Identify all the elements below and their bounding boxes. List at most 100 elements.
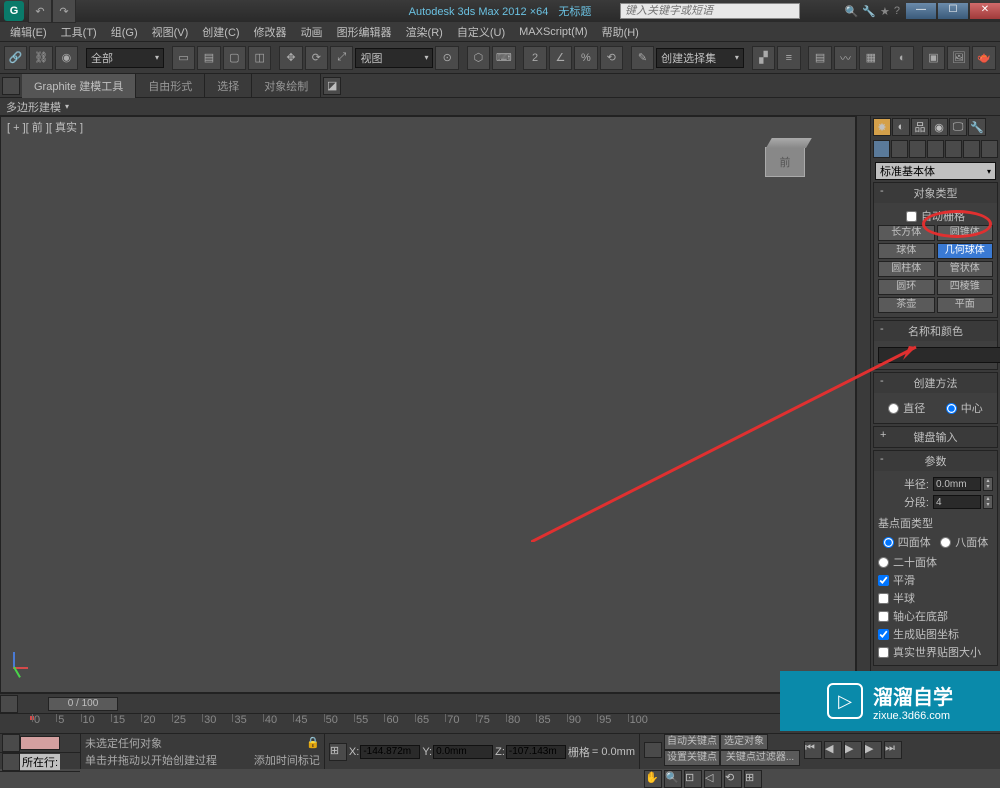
pivot-icon[interactable]: ⊙: [435, 46, 458, 70]
named-selset-dropdown[interactable]: 创建选择集: [656, 48, 744, 68]
menu-animation[interactable]: 动画: [295, 22, 329, 42]
menu-tools[interactable]: 工具(T): [55, 22, 103, 42]
radio-octa[interactable]: [940, 537, 951, 548]
play-start-icon[interactable]: ⏮: [804, 741, 822, 759]
obj-teapot[interactable]: 茶壶: [878, 297, 935, 313]
rollout-createmethod[interactable]: 创建方法: [874, 373, 997, 393]
nav-fov-icon[interactable]: ◁: [704, 770, 722, 788]
play-prev-icon[interactable]: ◀: [824, 741, 842, 759]
help-search-input[interactable]: [621, 4, 799, 18]
radio-diameter[interactable]: [888, 403, 899, 414]
select-rect-icon[interactable]: ▢: [223, 46, 246, 70]
bind-icon[interactable]: ◉: [55, 46, 78, 70]
menu-rendering[interactable]: 渲染(R): [400, 22, 449, 42]
curve-editor-icon[interactable]: 〰: [834, 46, 857, 70]
unlink-icon[interactable]: ⛓: [29, 46, 52, 70]
rollout-params[interactable]: 参数: [874, 451, 997, 471]
ribbon-tab-selection[interactable]: 选择: [205, 74, 252, 98]
ribbon-expand-icon[interactable]: ◪: [323, 77, 341, 95]
chk-base[interactable]: [878, 611, 889, 622]
keymode-icon[interactable]: [644, 742, 662, 758]
chk-hemi[interactable]: [878, 593, 889, 604]
nav-zoomext-icon[interactable]: ⊡: [684, 770, 702, 788]
nav-maxtoggle-icon[interactable]: ⊞: [744, 770, 762, 788]
cat-space-icon[interactable]: [963, 140, 980, 158]
snap-spinner-icon[interactable]: ⟲: [600, 46, 623, 70]
menu-edit[interactable]: 编辑(E): [4, 22, 53, 42]
autokey-button[interactable]: 自动关键点: [664, 734, 720, 750]
snap-angle-icon[interactable]: ∠: [549, 46, 572, 70]
link-icon[interactable]: 🔗: [4, 46, 27, 70]
radio-tetra[interactable]: [883, 537, 894, 548]
mini-listener-icon[interactable]: [2, 734, 20, 752]
nav-zoom-icon[interactable]: 🔍: [664, 770, 682, 788]
schematic-icon[interactable]: ▦: [859, 46, 882, 70]
radius-spinner[interactable]: ▴▾: [983, 477, 993, 491]
snap-percent-icon[interactable]: %: [574, 46, 597, 70]
menu-maxscript[interactable]: MAXScript(M): [513, 24, 593, 40]
cat-systems-icon[interactable]: [981, 140, 998, 158]
viewcube[interactable]: 前: [765, 147, 805, 177]
star-icon[interactable]: ★: [880, 5, 890, 18]
mirror-icon[interactable]: ▞: [752, 46, 775, 70]
viewport-scrollbar[interactable]: [856, 116, 870, 693]
tab-utilities-icon[interactable]: 🔧: [968, 118, 986, 136]
radio-center[interactable]: [946, 403, 957, 414]
cat-cameras-icon[interactable]: [927, 140, 944, 158]
snap-2d-icon[interactable]: 2: [523, 46, 546, 70]
category-dropdown[interactable]: 标准基本体: [875, 162, 996, 180]
menu-modifiers[interactable]: 修改器: [248, 22, 293, 42]
rollout-namecolor[interactable]: 名称和颜色: [874, 321, 997, 341]
listener-pink[interactable]: [20, 736, 60, 750]
x-input[interactable]: [360, 745, 420, 759]
chk-smooth[interactable]: [878, 575, 889, 586]
menu-customize[interactable]: 自定义(U): [451, 22, 511, 42]
redo-icon[interactable]: [52, 0, 76, 23]
obj-sphere[interactable]: 球体: [878, 243, 935, 259]
menu-views[interactable]: 视图(V): [146, 22, 195, 42]
search-icon[interactable]: 🔍: [845, 5, 859, 18]
nav-orbit-icon[interactable]: ⟲: [724, 770, 742, 788]
chk-realmap[interactable]: [878, 647, 889, 658]
ribbon-panel-polymodel[interactable]: 多边形建模: [0, 98, 1000, 116]
play-next-icon[interactable]: ▶: [864, 741, 882, 759]
key-icon[interactable]: 🔧: [862, 5, 876, 18]
keyboard-icon[interactable]: ⌨: [492, 46, 515, 70]
obj-box[interactable]: 长方体: [878, 225, 935, 241]
obj-pyramid[interactable]: 四棱锥: [937, 279, 994, 295]
align-icon[interactable]: ≡: [777, 46, 800, 70]
tab-display-icon[interactable]: 🖵: [949, 118, 967, 136]
ribbon-tab-graphite[interactable]: Graphite 建模工具: [22, 74, 136, 98]
cat-helpers-icon[interactable]: [945, 140, 962, 158]
add-time-tag[interactable]: 添加时间标记: [254, 752, 320, 768]
time-slider-handle[interactable]: 0 / 100: [48, 697, 118, 711]
menu-grapheditors[interactable]: 图形编辑器: [331, 22, 398, 42]
minimize-button[interactable]: —: [906, 3, 936, 19]
material-icon[interactable]: ◐: [890, 46, 913, 70]
rotate-icon[interactable]: ⟳: [305, 46, 328, 70]
help-icon[interactable]: ?: [894, 5, 900, 18]
scale-icon[interactable]: ⤢: [330, 46, 353, 70]
viewport[interactable]: [ + ][ 前 ][ 真实 ] 前: [0, 116, 856, 693]
menu-group[interactable]: 组(G): [105, 22, 144, 42]
ribbon-tab-freeform[interactable]: 自由形式: [136, 74, 205, 98]
chk-genmap[interactable]: [878, 629, 889, 640]
keyfilter-button[interactable]: 关键点过滤器...: [720, 750, 800, 766]
radio-icosa[interactable]: [878, 557, 889, 568]
manip-icon[interactable]: ⬡: [467, 46, 490, 70]
render-icon[interactable]: 🫖: [972, 46, 995, 70]
time-prev-icon[interactable]: [0, 695, 18, 713]
editnamed-icon[interactable]: ✎: [631, 46, 654, 70]
rollout-kbentry[interactable]: 键盘输入: [874, 427, 997, 447]
obj-torus[interactable]: 圆环: [878, 279, 935, 295]
maximize-button[interactable]: ☐: [938, 3, 968, 19]
tab-motion-icon[interactable]: ◉: [930, 118, 948, 136]
autogrid-checkbox[interactable]: [906, 211, 917, 222]
script-icon[interactable]: [2, 753, 20, 771]
menu-help[interactable]: 帮助(H): [596, 22, 645, 42]
y-input[interactable]: [433, 745, 493, 759]
ribbon-pin-icon[interactable]: [2, 77, 20, 95]
help-search[interactable]: [620, 3, 800, 19]
selkey-dropdown[interactable]: 选定对象: [720, 734, 768, 750]
segs-spinner[interactable]: ▴▾: [983, 495, 993, 509]
